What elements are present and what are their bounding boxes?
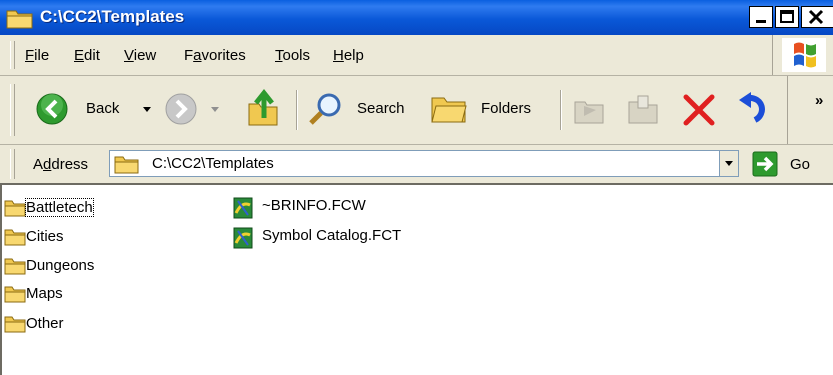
copy-to-icon (628, 95, 658, 124)
go-label[interactable]: Go (790, 156, 810, 173)
folders-label: Folders (481, 100, 532, 117)
folder-icon (4, 200, 26, 217)
address-dropdown-button[interactable] (719, 151, 738, 176)
undo-icon (739, 92, 765, 123)
campaign-cartographer-file-icon (233, 197, 253, 219)
menu-edit[interactable]: Edit (74, 47, 100, 64)
maximize-icon (780, 10, 794, 23)
back-label: Back (86, 100, 120, 117)
folder-label: Other (26, 315, 64, 332)
folder-icon (4, 258, 26, 275)
menu-divider (772, 35, 773, 75)
campaign-cartographer-file-icon (233, 227, 253, 249)
move-to-button[interactable] (572, 92, 606, 130)
close-icon (808, 9, 824, 25)
menu-favorites[interactable]: Favorites (184, 47, 246, 64)
move-to-icon (574, 101, 604, 124)
file-label: Symbol Catalog.FCT (262, 227, 402, 244)
title-bar[interactable]: C:\CC2\Templates (0, 0, 833, 35)
forward-arrow-icon (165, 93, 197, 125)
address-input[interactable]: C:\CC2\Templates (109, 150, 739, 177)
forward-dropdown-icon[interactable] (210, 106, 220, 114)
menu-file[interactable]: File (25, 47, 49, 64)
delete-icon (683, 94, 715, 126)
undo-button[interactable] (737, 92, 771, 130)
folder-label: Battletech (25, 198, 94, 217)
standard-toolbar: Back Search Folders » (0, 76, 833, 145)
folder-icon (4, 316, 26, 333)
minimize-icon (756, 20, 766, 23)
close-button[interactable] (801, 6, 833, 28)
go-button[interactable] (752, 151, 778, 181)
address-bar: Address C:\CC2\Templates Go (0, 145, 833, 185)
windows-logo-icon (782, 38, 826, 72)
menu-view[interactable]: View (124, 47, 156, 64)
toolbar-separator (560, 90, 562, 130)
window-title: C:\CC2\Templates (40, 7, 185, 26)
chevron-down-icon (725, 161, 733, 166)
file-label: ~BRINFO.FCW (262, 197, 366, 214)
folder-label: Dungeons (26, 257, 95, 274)
search-icon (309, 93, 341, 125)
menu-tools[interactable]: Tools (275, 47, 310, 64)
address-value: C:\CC2\Templates (152, 155, 274, 172)
folder-label: Cities (26, 228, 64, 245)
forward-button[interactable] (165, 93, 219, 129)
folder-icon (114, 156, 139, 174)
minimize-button[interactable] (749, 6, 773, 28)
file-list-view[interactable]: Battletech Cities Dungeons Maps Other ~B… (0, 185, 833, 375)
folder-icon (4, 229, 26, 246)
up-folder-icon (248, 88, 278, 126)
menu-help[interactable]: Help (333, 47, 364, 64)
folder-label: Maps (26, 285, 63, 302)
toolbar-overflow-button[interactable]: » (815, 92, 823, 109)
delete-button[interactable] (682, 93, 716, 131)
menu-grip[interactable] (10, 41, 15, 69)
folder-icon (4, 286, 26, 303)
menu-bar: File Edit View Favorites Tools Help (0, 35, 833, 76)
folders-icon (431, 97, 467, 123)
back-arrow-icon (36, 93, 68, 125)
explorer-window: C:\CC2\Templates File Edit View Favorite… (0, 0, 833, 375)
copy-to-button[interactable] (626, 92, 660, 130)
back-dropdown-icon[interactable] (142, 106, 152, 114)
toolbar-divider (787, 76, 788, 144)
folder-icon (6, 10, 33, 29)
address-grip[interactable] (10, 149, 15, 179)
maximize-button[interactable] (775, 6, 799, 28)
address-label: Address (33, 156, 89, 173)
search-label: Search (357, 100, 405, 117)
toolbar-separator (296, 90, 298, 130)
toolbar-grip[interactable] (10, 84, 15, 136)
up-folder-button[interactable] (246, 88, 282, 132)
go-arrow-icon (752, 151, 778, 177)
